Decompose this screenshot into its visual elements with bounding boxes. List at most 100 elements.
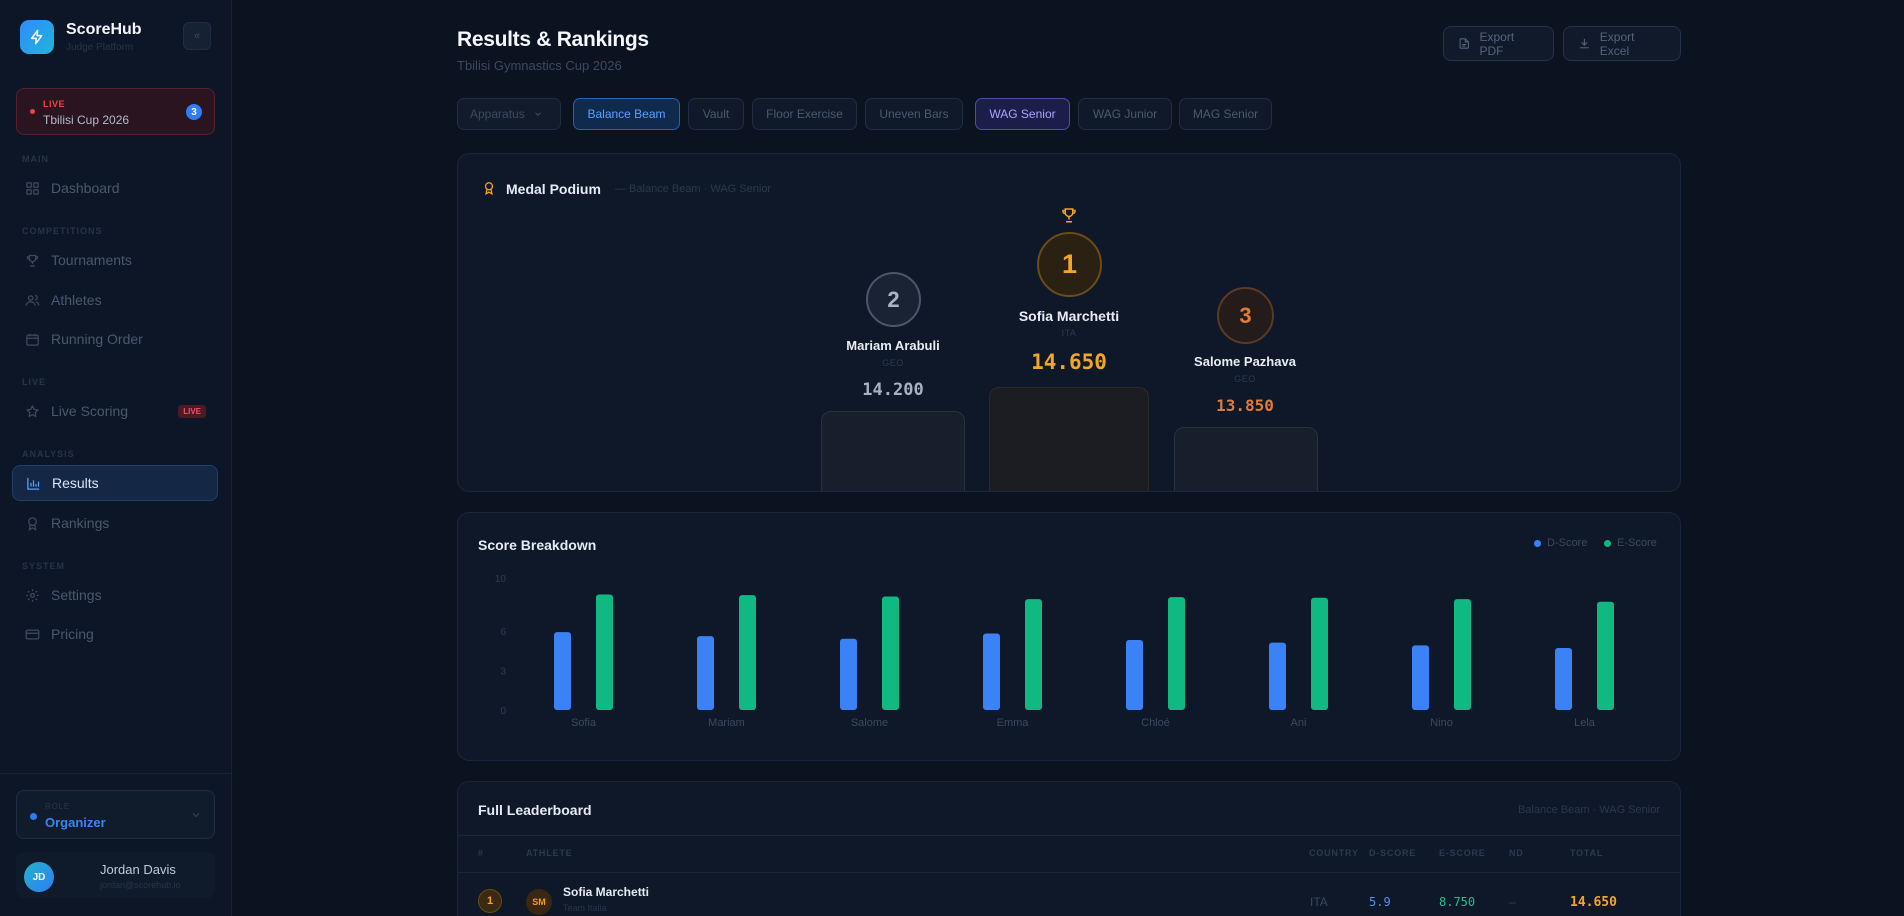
d-score-bar[interactable] [983,633,1000,710]
sidebar-item-rankings[interactable]: Rankings [12,505,218,541]
athlete-club: Team Italia [563,903,607,913]
filter-mag-senior[interactable]: MAG Senior [1179,98,1272,130]
col-d-score[interactable]: D-SCORE [1369,848,1416,858]
e-score-bar[interactable] [1454,599,1471,710]
podium-country-1: ITA [1061,328,1077,338]
sidebar-item-running-order[interactable]: Running Order [12,321,218,357]
athlete-country: ITA [1310,895,1328,909]
podium-country-2: GEO [882,358,904,368]
podium-name-2: Mariam Arabuli [846,338,940,353]
e-score-bar[interactable] [596,594,613,711]
athlete-name: Sofia Marchetti [563,885,650,899]
chevron-down-icon [534,112,541,116]
e-score-bar[interactable] [1597,601,1614,710]
col-e-score[interactable]: E-SCORE [1439,848,1486,858]
filter-vault[interactable]: Vault [688,98,744,130]
legend-d-score: D-Score [1534,537,1587,549]
podium-name-3: Salome Pazhava [1194,354,1296,369]
col-country[interactable]: COUNTRY [1309,848,1359,858]
nav-section-analysis: ANALYSIS [22,449,75,459]
apparatus-select-label: Apparatus [470,107,525,121]
d-score-bar[interactable] [1412,645,1429,710]
d-score-bar[interactable] [1555,647,1572,710]
sidebar-item-dashboard[interactable]: Dashboard [12,170,218,206]
d-score-bar[interactable] [840,638,857,710]
nd-cell: – [1509,895,1516,909]
trophy-icon [26,254,39,267]
live-competition-name: Tbilisi Cup 2026 [43,113,130,127]
podium-score-3: 13.850 [1216,396,1274,415]
sidebar-item-live-scoring[interactable]: Live Scoring LIVE [12,393,218,429]
total-score-cell: 14.650 [1570,895,1617,910]
x-tick-label: Salome [851,717,888,729]
export-excel-label: Export Excel [1599,29,1635,58]
legend-label: E-Score [1617,537,1657,549]
sidebar-item-label: Tournaments [51,252,132,268]
filter-wag-junior[interactable]: WAG Junior [1078,98,1172,130]
filter-wag-senior[interactable]: WAG Senior [975,98,1070,130]
y-tick-label: 0 [500,706,506,717]
e-score-bar[interactable] [1311,597,1328,710]
e-score-bar[interactable] [1168,597,1185,710]
podium-block-2 [821,411,965,491]
avatar: SM [526,889,552,915]
chart-title: Score Breakdown [478,537,597,553]
sidebar-item-results[interactable]: Results [12,465,218,501]
sidebar-item-tournaments[interactable]: Tournaments [12,242,218,278]
role-selector[interactable]: ROLE Organizer [16,790,215,839]
d-score-bar[interactable] [1126,640,1143,710]
y-tick-label: 6 [500,627,506,638]
sidebar: ScoreHub Judge Platform « LIVE Tbilisi C… [0,0,232,916]
user-profile[interactable]: JD Jordan Davis jordan@scorehub.io [16,852,215,898]
podium-score-1: 14.650 [1031,350,1107,374]
nav-section-system: SYSTEM [22,561,66,571]
col-athlete[interactable]: ATHLETE [526,848,572,858]
sidebar-item-label: Athletes [51,292,102,308]
filter-floor-exercise[interactable]: Floor Exercise [752,98,857,130]
e-score-bar[interactable] [739,595,756,710]
podium-rank-3: 3 [1217,287,1274,344]
export-excel-button[interactable]: Export Excel [1563,26,1681,61]
live-tag: LIVE [43,99,66,109]
col-rank[interactable]: # [478,848,484,858]
calendar-icon [26,333,39,346]
apparatus-select[interactable]: Apparatus [457,98,561,130]
brand[interactable]: ScoreHub Judge Platform [20,20,142,54]
podium-name-1: Sofia Marchetti [1018,308,1120,324]
lightning-icon [20,20,54,54]
col-total[interactable]: TOTAL [1570,848,1603,858]
e-score-bar[interactable] [1025,599,1042,710]
sidebar-item-label: Running Order [51,331,143,347]
gear-icon [26,588,39,602]
filter-balance-beam[interactable]: Balance Beam [573,98,680,130]
export-pdf-button[interactable]: Export PDF [1443,26,1554,61]
d-score-bar[interactable] [697,636,714,710]
legend-label: D-Score [1547,537,1588,549]
live-competition-card[interactable]: LIVE Tbilisi Cup 2026 3 [16,88,215,135]
leaderboard-divider [458,835,1680,836]
x-tick-label: Mariam [708,717,745,729]
podium-rank-1: 1 [1037,232,1102,297]
award-icon [28,516,37,531]
live-dot-icon [30,109,35,114]
e-score-bar[interactable] [882,596,899,710]
users-icon [25,294,40,306]
sidebar-item-pricing[interactable]: Pricing [12,616,218,652]
sidebar-item-settings[interactable]: Settings [12,577,218,613]
x-tick-label: Chloé [1141,717,1170,729]
col-nd[interactable]: ND [1509,848,1524,858]
sidebar-item-athletes[interactable]: Athletes [12,282,218,318]
collapse-sidebar-button[interactable]: « [183,22,211,50]
e-score-cell: 8.750 [1439,895,1476,909]
brand-subtitle: Judge Platform [66,42,134,53]
filter-uneven-bars[interactable]: Uneven Bars [865,98,963,130]
live-badge: LIVE [178,404,206,418]
d-score-bar[interactable] [554,632,571,710]
page-title: Results & Rankings [457,28,649,51]
d-score-bar[interactable] [1269,642,1286,710]
podium-subtitle: — Balance Beam · WAG Senior [615,183,772,195]
award-icon [484,182,494,196]
chevron-down-icon [192,813,200,818]
sidebar-item-label: Dashboard [51,180,120,196]
legend-e-score: E-Score [1604,537,1657,549]
